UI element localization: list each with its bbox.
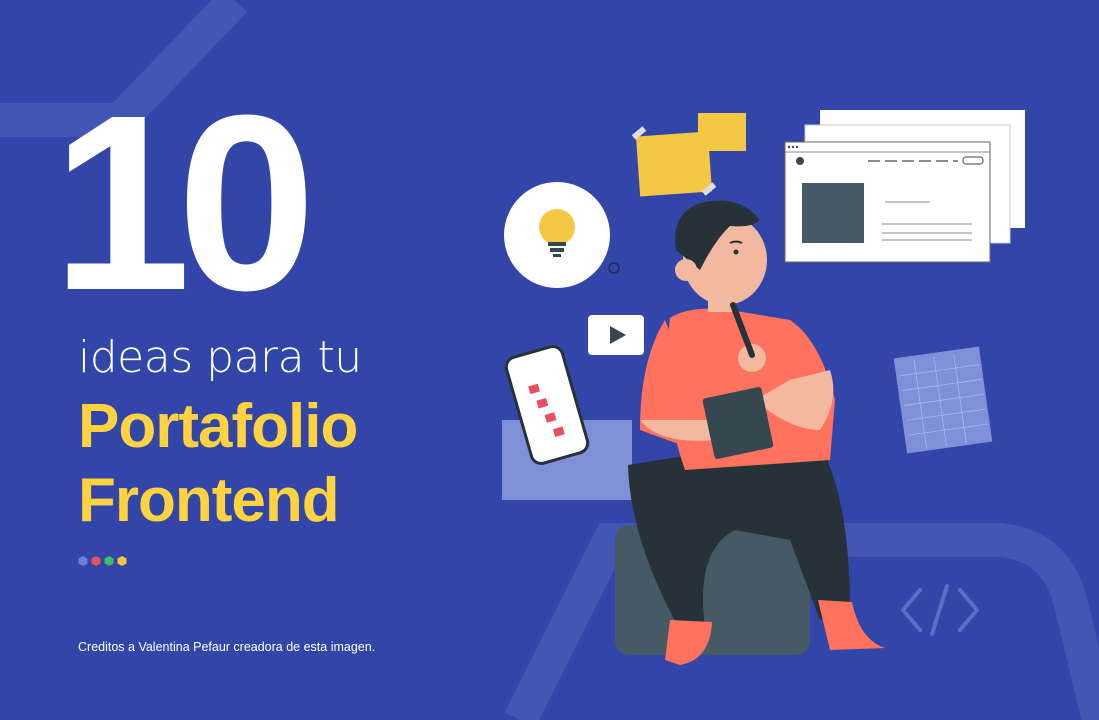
code-icon [900, 584, 980, 636]
hex-dot-blue [78, 556, 88, 566]
poster-canvas: 10 ideas para tu Portafolio Frontend Cre… [0, 0, 1099, 720]
hex-dot-green [104, 556, 114, 566]
credits-text: Creditos a Valentina Pefaur creadora de … [78, 640, 376, 654]
hex-dot-yellow [117, 556, 127, 566]
hex-dot-red [91, 556, 101, 566]
notepad [893, 346, 993, 454]
headline-subtitle: ideas para tu [78, 332, 362, 383]
headline-highlight-portafolio: Portafolio [78, 392, 358, 461]
play-icon [588, 315, 644, 355]
headline-number: 10 [52, 63, 316, 342]
sticky-notes [631, 113, 746, 197]
lightbulb-icon [504, 182, 620, 288]
color-dots [78, 556, 127, 566]
headline-highlight-frontend: Frontend [78, 466, 340, 535]
phone-illustration [502, 345, 632, 500]
browser-window [784, 110, 1025, 263]
illustration [502, 110, 1025, 665]
